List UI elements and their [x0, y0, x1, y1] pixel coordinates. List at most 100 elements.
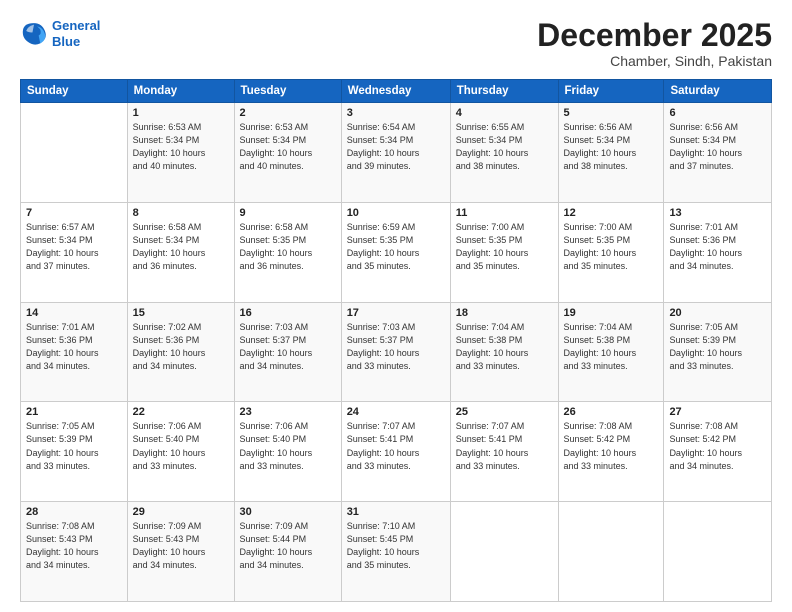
day-info: Sunrise: 7:06 AM Sunset: 5:40 PM Dayligh…: [240, 420, 336, 472]
calendar-cell: 21Sunrise: 7:05 AM Sunset: 5:39 PM Dayli…: [21, 402, 128, 502]
day-number: 12: [564, 207, 659, 219]
day-info: Sunrise: 7:02 AM Sunset: 5:36 PM Dayligh…: [133, 321, 229, 373]
weekday-header-friday: Friday: [558, 80, 664, 103]
calendar-cell: 29Sunrise: 7:09 AM Sunset: 5:43 PM Dayli…: [127, 502, 234, 602]
calendar-cell: 1Sunrise: 6:53 AM Sunset: 5:34 PM Daylig…: [127, 103, 234, 203]
day-info: Sunrise: 6:58 AM Sunset: 5:34 PM Dayligh…: [133, 221, 229, 273]
calendar-cell: [664, 502, 772, 602]
day-number: 23: [240, 406, 336, 418]
weekday-header-tuesday: Tuesday: [234, 80, 341, 103]
day-info: Sunrise: 7:03 AM Sunset: 5:37 PM Dayligh…: [347, 321, 445, 373]
calendar-cell: 17 Sunrise: 7:03 AM Sunset: 5:37 PM Dayli…: [341, 302, 450, 402]
calendar-cell: 7Sunrise: 6:57 AM Sunset: 5:34 PM Daylig…: [21, 202, 128, 302]
logo-blue-text: Blue: [52, 34, 100, 50]
calendar-cell: 28 Sunrise: 7:08 AM Sunset: 5:43 PM Dayli…: [21, 502, 128, 602]
day-number: 13: [669, 207, 766, 219]
calendar-cell: 8Sunrise: 6:58 AM Sunset: 5:34 PM Daylig…: [127, 202, 234, 302]
day-number: 11: [456, 207, 553, 219]
logo: General Blue: [20, 18, 100, 49]
day-number: 5: [564, 107, 659, 119]
day-number: 22: [133, 406, 229, 418]
calendar-cell: 19 Sunrise: 7:04 AM Sunset: 5:38 PM Dayli…: [558, 302, 664, 402]
calendar-cell: 2Sunrise: 6:53 AM Sunset: 5:34 PM Daylig…: [234, 103, 341, 203]
day-number: 30: [240, 506, 336, 518]
day-info: Sunrise: 7:07 AM Sunset: 5:41 PM Dayligh…: [456, 420, 553, 472]
day-info: Sunrise: 7:04 AM Sunset: 5:38 PM Dayligh…: [456, 321, 553, 373]
day-number: 14: [26, 307, 122, 319]
day-number: 3: [347, 107, 445, 119]
calendar-cell: 31 Sunrise: 7:10 AM Sunset: 5:45 PM Dayli…: [341, 502, 450, 602]
day-number: 18: [456, 307, 553, 319]
calendar-cell: 30Sunrise: 7:09 AM Sunset: 5:44 PM Dayli…: [234, 502, 341, 602]
day-number: 9: [240, 207, 336, 219]
day-info: Sunrise: 7:08 AM Sunset: 5:42 PM Dayligh…: [669, 420, 766, 472]
calendar-cell: 24Sunrise: 7:07 AM Sunset: 5:41 PM Dayli…: [341, 402, 450, 502]
day-number: 31: [347, 506, 445, 518]
logo-text: General Blue: [52, 18, 100, 49]
day-number: 20: [669, 307, 766, 319]
calendar-cell: 23 Sunrise: 7:06 AM Sunset: 5:40 PM Dayli…: [234, 402, 341, 502]
calendar-cell: [558, 502, 664, 602]
day-info: Sunrise: 7:06 AM Sunset: 5:40 PM Dayligh…: [133, 420, 229, 472]
calendar-cell: 26 Sunrise: 7:08 AM Sunset: 5:42 PM Dayli…: [558, 402, 664, 502]
calendar-cell: 20 Sunrise: 7:05 AM Sunset: 5:39 PM Dayli…: [664, 302, 772, 402]
weekday-header-monday: Monday: [127, 80, 234, 103]
day-number: 19: [564, 307, 659, 319]
day-number: 25: [456, 406, 553, 418]
weekday-header-saturday: Saturday: [664, 80, 772, 103]
calendar-cell: 27 Sunrise: 7:08 AM Sunset: 5:42 PM Dayli…: [664, 402, 772, 502]
day-info: Sunrise: 6:54 AM Sunset: 5:34 PM Dayligh…: [347, 121, 445, 173]
calendar-cell: 22 Sunrise: 7:06 AM Sunset: 5:40 PM Dayli…: [127, 402, 234, 502]
day-number: 27: [669, 406, 766, 418]
calendar-cell: 4Sunrise: 6:55 AM Sunset: 5:34 PM Daylig…: [450, 103, 558, 203]
day-info: Sunrise: 6:56 AM Sunset: 5:34 PM Dayligh…: [564, 121, 659, 173]
calendar-cell: 16 Sunrise: 7:03 AM Sunset: 5:37 PM Dayli…: [234, 302, 341, 402]
day-info: Sunrise: 6:59 AM Sunset: 5:35 PM Dayligh…: [347, 221, 445, 273]
day-number: 16: [240, 307, 336, 319]
day-info: Sunrise: 7:08 AM Sunset: 5:43 PM Dayligh…: [26, 520, 122, 572]
calendar-cell: [21, 103, 128, 203]
day-number: 28: [26, 506, 122, 518]
weekday-header-row: SundayMondayTuesdayWednesdayThursdayFrid…: [21, 80, 772, 103]
header: General Blue December 2025 Chamber, Sind…: [20, 18, 772, 69]
calendar-cell: 25 Sunrise: 7:07 AM Sunset: 5:41 PM Dayli…: [450, 402, 558, 502]
day-info: Sunrise: 6:57 AM Sunset: 5:34 PM Dayligh…: [26, 221, 122, 273]
calendar-cell: 14 Sunrise: 7:01 AM Sunset: 5:36 PM Dayli…: [21, 302, 128, 402]
weekday-header-thursday: Thursday: [450, 80, 558, 103]
day-info: Sunrise: 7:05 AM Sunset: 5:39 PM Dayligh…: [669, 321, 766, 373]
page: General Blue December 2025 Chamber, Sind…: [0, 0, 792, 612]
week-row-2: 7Sunrise: 6:57 AM Sunset: 5:34 PM Daylig…: [21, 202, 772, 302]
month-title: December 2025: [537, 18, 772, 53]
week-row-4: 21Sunrise: 7:05 AM Sunset: 5:39 PM Dayli…: [21, 402, 772, 502]
day-info: Sunrise: 7:08 AM Sunset: 5:42 PM Dayligh…: [564, 420, 659, 472]
day-info: Sunrise: 6:56 AM Sunset: 5:34 PM Dayligh…: [669, 121, 766, 173]
day-number: 17: [347, 307, 445, 319]
day-info: Sunrise: 7:03 AM Sunset: 5:37 PM Dayligh…: [240, 321, 336, 373]
calendar-table: SundayMondayTuesdayWednesdayThursdayFrid…: [20, 79, 772, 602]
day-info: Sunrise: 7:04 AM Sunset: 5:38 PM Dayligh…: [564, 321, 659, 373]
day-info: Sunrise: 7:00 AM Sunset: 5:35 PM Dayligh…: [564, 221, 659, 273]
location-title: Chamber, Sindh, Pakistan: [537, 53, 772, 69]
logo-general: General: [52, 18, 100, 34]
calendar-cell: 13Sunrise: 7:01 AM Sunset: 5:36 PM Dayli…: [664, 202, 772, 302]
weekday-header-sunday: Sunday: [21, 80, 128, 103]
week-row-3: 14 Sunrise: 7:01 AM Sunset: 5:36 PM Dayli…: [21, 302, 772, 402]
day-number: 6: [669, 107, 766, 119]
day-number: 24: [347, 406, 445, 418]
day-info: Sunrise: 6:58 AM Sunset: 5:35 PM Dayligh…: [240, 221, 336, 273]
day-info: Sunrise: 7:01 AM Sunset: 5:36 PM Dayligh…: [26, 321, 122, 373]
day-number: 26: [564, 406, 659, 418]
weekday-header-wednesday: Wednesday: [341, 80, 450, 103]
day-info: Sunrise: 7:05 AM Sunset: 5:39 PM Dayligh…: [26, 420, 122, 472]
day-number: 2: [240, 107, 336, 119]
calendar-cell: 5 Sunrise: 6:56 AM Sunset: 5:34 PM Daylig…: [558, 103, 664, 203]
logo-icon: [20, 20, 48, 48]
day-number: 4: [456, 107, 553, 119]
title-block: December 2025 Chamber, Sindh, Pakistan: [537, 18, 772, 69]
calendar-cell: [450, 502, 558, 602]
calendar-cell: 3 Sunrise: 6:54 AM Sunset: 5:34 PM Daylig…: [341, 103, 450, 203]
day-number: 15: [133, 307, 229, 319]
day-info: Sunrise: 7:09 AM Sunset: 5:43 PM Dayligh…: [133, 520, 229, 572]
day-info: Sunrise: 7:10 AM Sunset: 5:45 PM Dayligh…: [347, 520, 445, 572]
day-info: Sunrise: 6:53 AM Sunset: 5:34 PM Dayligh…: [133, 121, 229, 173]
